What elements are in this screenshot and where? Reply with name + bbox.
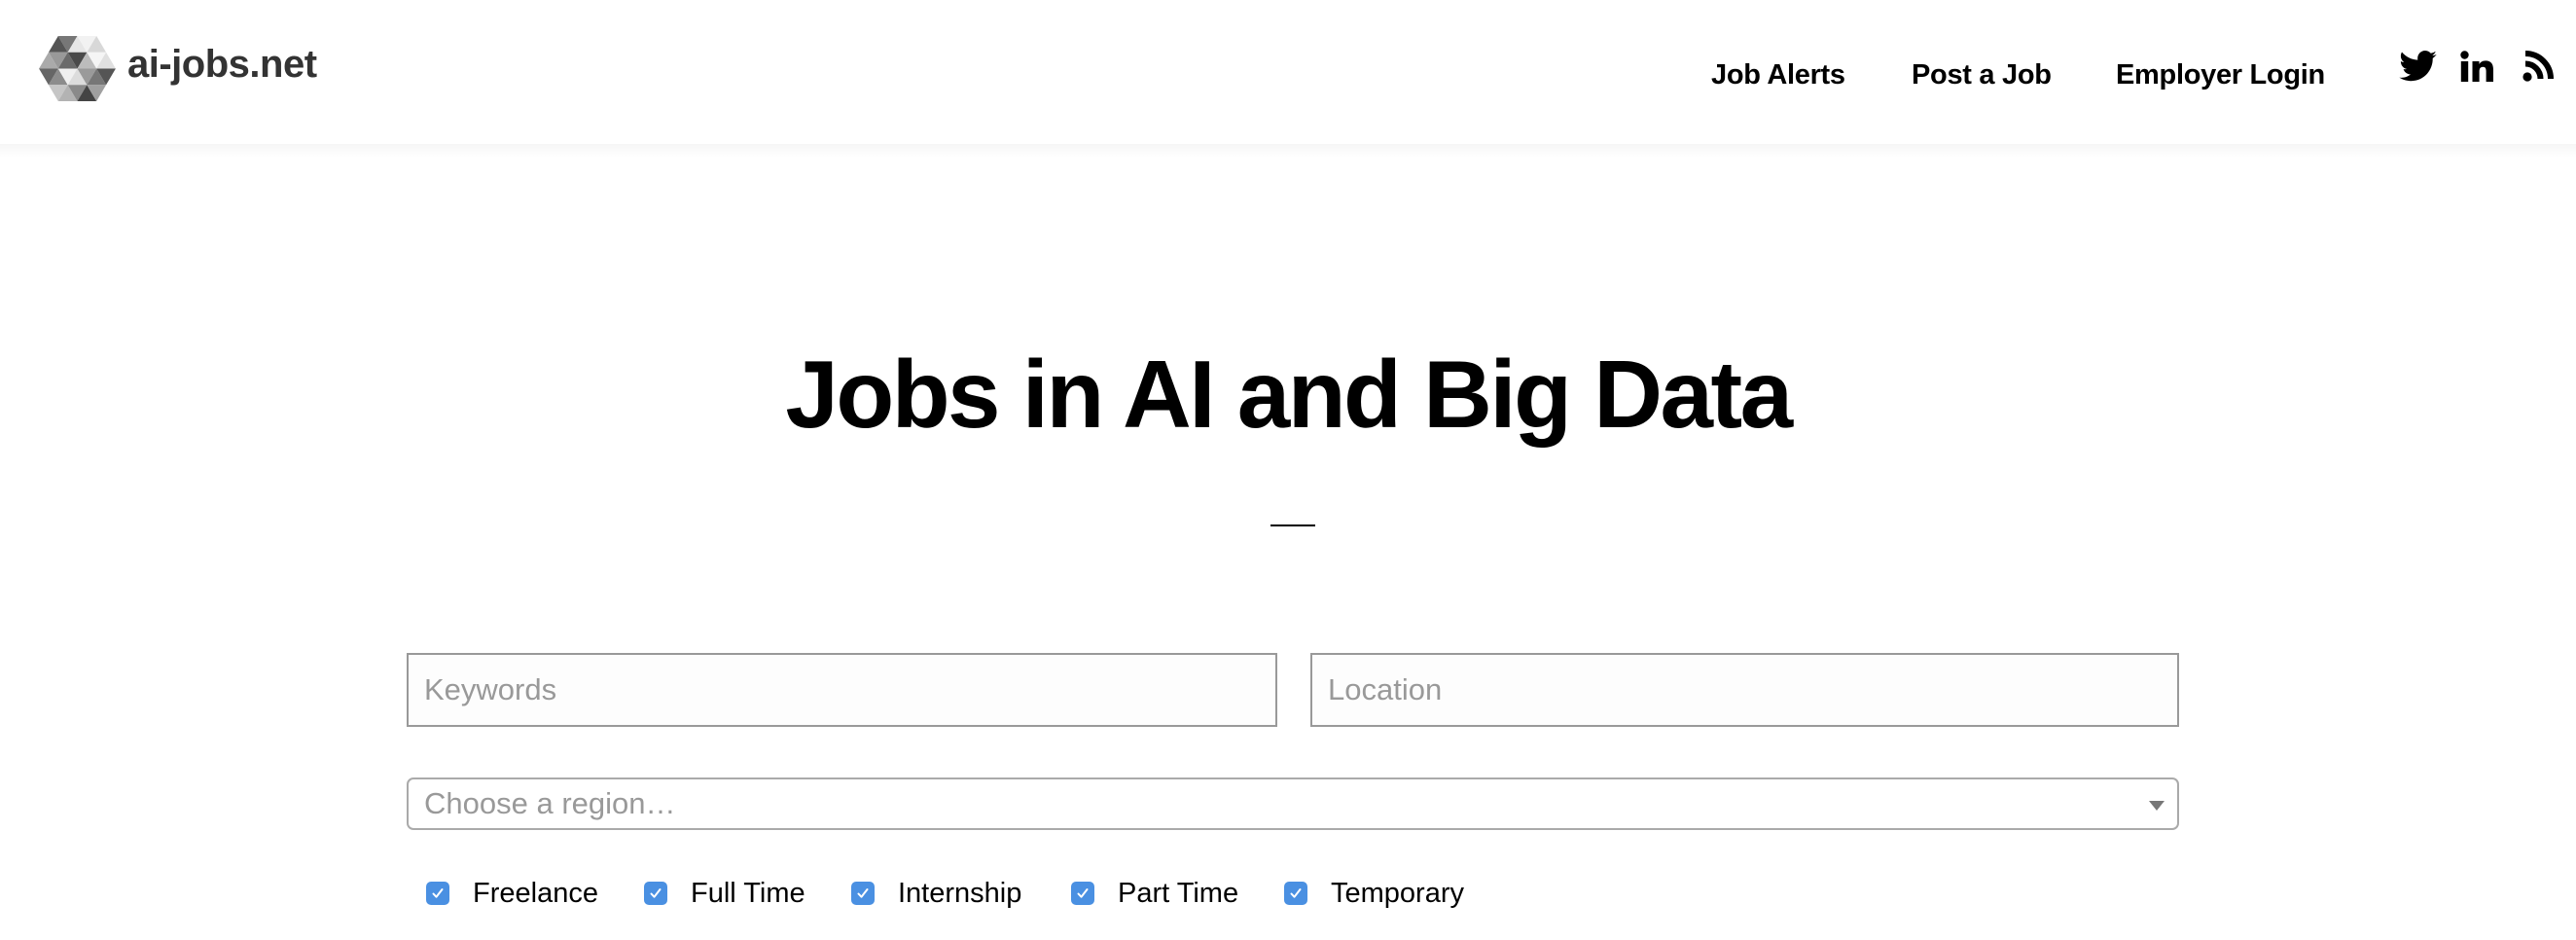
job-type-label: Temporary <box>1331 878 1464 909</box>
job-type-label: Part Time <box>1118 878 1239 909</box>
twitter-link[interactable] <box>2399 51 2437 82</box>
job-type-label: Freelance <box>473 878 598 909</box>
title-divider <box>1270 524 1315 526</box>
keywords-input[interactable] <box>407 653 1277 727</box>
checkmark-icon <box>1077 888 1089 898</box>
job-type-label: Full Time <box>691 878 805 909</box>
twitter-icon <box>2399 51 2437 82</box>
rss-icon <box>2522 51 2554 82</box>
header-shadow <box>0 144 2576 158</box>
checkbox-full-time[interactable] <box>644 882 667 905</box>
rss-link[interactable] <box>2522 51 2554 82</box>
checkmark-icon <box>857 888 869 898</box>
region-select[interactable]: Choose a region… <box>407 777 2179 830</box>
checkbox-internship[interactable] <box>851 882 875 905</box>
location-input[interactable] <box>1310 653 2179 727</box>
job-type-label: Internship <box>898 878 1022 909</box>
checkbox-temporary[interactable] <box>1284 882 1307 905</box>
nav-employer-login[interactable]: Employer Login <box>2116 55 2325 94</box>
checkmark-icon <box>650 888 662 898</box>
logo-text: ai-jobs.net <box>127 43 317 86</box>
checkmark-icon <box>432 888 444 898</box>
site-header: ai-jobs.net Job Alerts Post a Job Employ… <box>0 0 2576 144</box>
checkbox-part-time[interactable] <box>1071 882 1094 905</box>
linkedin-link[interactable] <box>2460 51 2493 82</box>
checkbox-freelance[interactable] <box>426 882 449 905</box>
linkedin-icon <box>2460 51 2493 82</box>
page-title: Jobs in AI and Big Data <box>785 341 1793 448</box>
chevron-down-icon <box>2149 801 2165 811</box>
nav-post-a-job[interactable]: Post a Job <box>1912 55 2052 94</box>
checkmark-icon <box>1290 888 1302 898</box>
nav-job-alerts[interactable]: Job Alerts <box>1711 55 1845 94</box>
logo-hexagon-icon <box>39 36 116 102</box>
region-select-placeholder: Choose a region… <box>424 786 676 820</box>
